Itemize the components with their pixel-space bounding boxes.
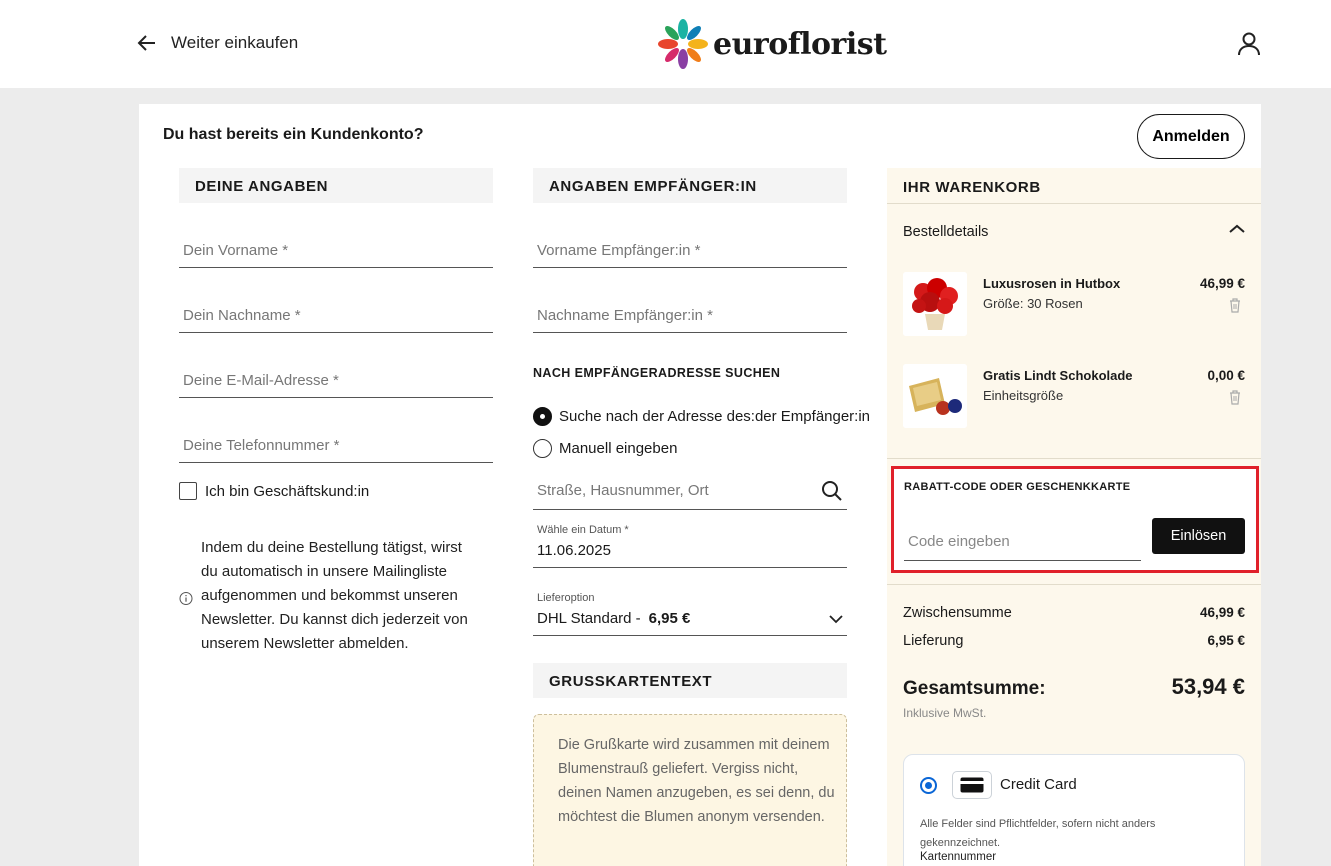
total-value: 53,94 € [1171,674,1245,699]
promo-code-input[interactable] [904,523,1141,560]
your-details-heading: DEINE ANGABEN [179,168,493,203]
subtotal-value: 46,99 € [1199,605,1245,620]
subtotal-row: Zwischensumme 46,99 € [903,605,1245,621]
delivery-option-value: DHL Standard - [537,610,641,627]
greeting-card-textarea[interactable]: Die Grußkarte wird zusammen mit deinem B… [533,714,847,866]
greeting-card-placeholder: Die Grußkarte wird zusammen mit deinem B… [558,737,835,825]
chevron-up-icon [1229,224,1245,233]
delivery-option-select[interactable]: Lieferoption DHL Standard - 6,95 € [533,592,847,636]
cart-divider [887,458,1261,459]
credit-card-radio[interactable] [920,777,937,794]
tax-note: Inklusive MwSt. [903,706,987,720]
recipient-first-name-input[interactable] [533,234,847,267]
delivery-cost-label: Lieferung [903,633,964,649]
business-customer-checkbox[interactable] [179,482,197,500]
trash-icon[interactable] [1227,297,1243,313]
cart-divider [887,584,1261,585]
continue-shopping-link[interactable]: Weiter einkaufen [137,33,298,53]
radio-search-address-label: Suche nach der Adresse des:der Empfänger… [559,408,871,425]
cart-panel: IHR WARENKORB Bestelldetails Luxusrosen … [887,168,1261,866]
first-name-field[interactable] [179,234,493,268]
cart-item-name: Gratis Lindt Schokolade [983,368,1133,383]
phone-field[interactable] [179,429,493,463]
business-customer-row[interactable]: Ich bin Geschäftskund:in [179,482,369,500]
address-search-heading: NACH EMPFÄNGERADRESSE SUCHEN [533,366,781,380]
subtotal-label: Zwischensumme [903,605,1012,621]
delivery-option-label: Lieferoption [537,592,595,604]
radio-search-address[interactable]: Suche nach der Adresse des:der Empfänger… [533,407,870,426]
chevron-down-icon [829,614,843,623]
promo-code-heading: RABATT-CODE ODER GESCHENKKARTE [904,481,1131,493]
logo-wordmark: euroflorist [713,26,887,62]
recipient-first-name-field[interactable] [533,234,847,268]
radio-manual-entry-label: Manuell eingeben [559,440,678,457]
roses-thumbnail [903,272,967,336]
chocolate-thumbnail [903,364,967,428]
recipient-heading: ANGABEN EMPFÄNGER:IN [533,168,847,203]
delivery-date-value: 11.06.2025 [537,542,611,559]
promo-code-field[interactable] [904,523,1141,561]
payment-required-note: Alle Felder sind Pflichtfelder, sofern n… [920,818,1156,849]
newsletter-info-text: Indem du deine Bestellung tätigst, wirst… [201,539,468,652]
card-number-label: Kartennummer [920,851,997,863]
login-button[interactable]: Anmelden [1137,114,1245,159]
email-input[interactable] [179,364,493,397]
trash-icon[interactable] [1227,389,1243,405]
order-details-toggle[interactable]: Bestelldetails [903,224,1245,240]
cart-item-desc: Größe: 30 Rosen [983,296,1083,311]
delivery-option-price: 6,95 € [648,610,691,627]
recipient-last-name-field[interactable] [533,299,847,333]
greeting-card-heading: GRUSSKARTENTEXT [533,663,847,698]
account-question: Du hast bereits ein Kundenkonto? [163,126,424,143]
delivery-date-field[interactable]: Wähle ein Datum * 11.06.2025 [533,524,847,568]
cart-item-desc: Einheitsgröße [983,388,1064,403]
email-field[interactable] [179,364,493,398]
payment-method-card: Credit Card Alle Felder sind Pflichtfeld… [903,754,1245,866]
arrow-left-icon [137,35,155,51]
business-customer-label: Ich bin Geschäftskund:in [205,482,370,500]
order-details-label: Bestelldetails [903,224,989,240]
total-label: Gesamtsumme: [903,678,1046,699]
radio-manual-entry[interactable]: Manuell eingeben [533,439,677,458]
checkout-panel: Du hast bereits ein Kundenkonto? Anmelde… [139,104,1261,866]
user-icon[interactable] [1236,31,1262,57]
phone-input[interactable] [179,429,493,462]
search-icon[interactable] [821,480,843,502]
cart-item: Gratis Lindt Schokolade Einheitsgröße 0,… [903,364,1245,434]
credit-card-icon [952,771,992,799]
delivery-date-label: Wähle ein Datum * [537,524,629,536]
site-header: Weiter einkaufen euroflorist [0,0,1331,88]
radio-search-address-indicator[interactable] [533,407,552,426]
info-icon [179,592,193,605]
redeem-button[interactable]: Einlösen [1152,518,1245,554]
cart-item: Luxusrosen in Hutbox Größe: 30 Rosen 46,… [903,272,1245,342]
address-search-input[interactable] [533,482,821,499]
continue-shopping-label: Weiter einkaufen [171,33,299,52]
first-name-input[interactable] [179,234,493,267]
logo[interactable]: euroflorist [657,18,887,70]
credit-card-label: Credit Card [1000,776,1077,793]
delivery-row: Lieferung 6,95 € [903,633,1245,649]
newsletter-info: Indem du deine Bestellung tätigst, wirst… [179,536,479,656]
address-search-field[interactable] [533,472,847,510]
last-name-input[interactable] [179,299,493,332]
flower-logo-icon [658,19,708,69]
cart-item-price: 46,99 € [1199,276,1245,291]
radio-manual-entry-indicator[interactable] [533,439,552,458]
delivery-cost-value: 6,95 € [1207,633,1245,648]
cart-heading: IHR WARENKORB [887,168,1261,204]
cart-item-price: 0,00 € [1207,368,1245,383]
last-name-field[interactable] [179,299,493,333]
cart-item-name: Luxusrosen in Hutbox [983,276,1121,291]
total-row: Gesamtsumme: 53,94 € [903,674,1245,700]
recipient-last-name-input[interactable] [533,299,847,332]
promo-code-section: RABATT-CODE ODER GESCHENKKARTE Einlösen [891,466,1259,573]
